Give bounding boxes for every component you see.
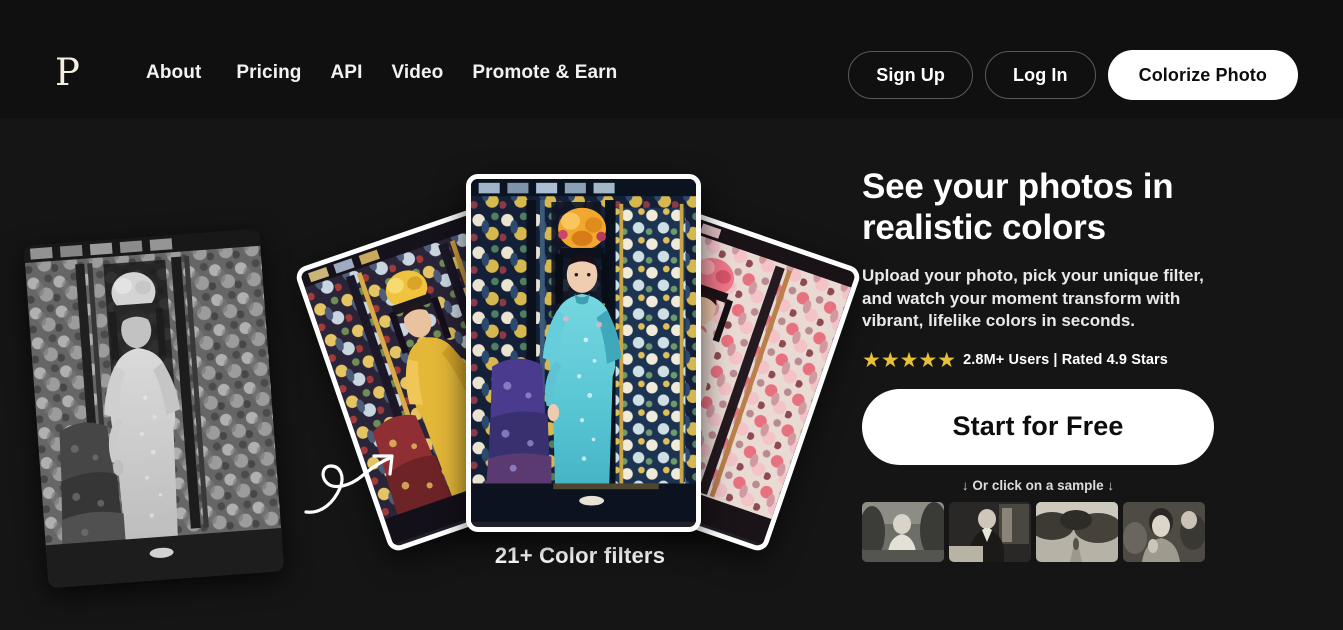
- hero-copy-column: See your photos in realistic colors Uplo…: [862, 166, 1262, 562]
- curly-arrow-icon: [304, 454, 394, 514]
- brand-logo[interactable]: P: [55, 53, 80, 93]
- filters-caption: 21+ Color filters: [494, 543, 666, 568]
- header-auth-actions: Sign Up Log In Colorize Photo: [848, 50, 1298, 100]
- sample-thumb-4-artwork: [1123, 501, 1205, 562]
- start-for-free-button[interactable]: Start for Free: [862, 388, 1214, 465]
- sample-thumb-3-artwork: [1036, 501, 1118, 562]
- sample-thumbnail-row: [862, 501, 1214, 562]
- sample-thumb-1-artwork: [862, 501, 944, 562]
- sign-up-button[interactable]: Sign Up: [848, 51, 973, 99]
- hero-subheading: Upload your photo, pick your unique filt…: [862, 266, 1204, 330]
- sample-man-desk[interactable]: [949, 501, 1031, 562]
- star-rating-icon: ★★★★★: [862, 348, 957, 372]
- sample-thumb-2-artwork: [949, 501, 1031, 562]
- sample-family-portrait[interactable]: [1123, 501, 1205, 562]
- bw-photo-artwork: [23, 228, 285, 589]
- primary-navigation: About Pricing API Video Promote & Earn: [146, 62, 617, 84]
- nav-link-about[interactable]: About: [146, 62, 201, 84]
- original-bw-photo: [23, 228, 285, 589]
- nav-link-video[interactable]: Video: [391, 62, 443, 84]
- sample-hint-text: ↓ Or click on a sample ↓: [961, 477, 1115, 493]
- nav-link-api[interactable]: API: [330, 62, 362, 84]
- rating-row: ★★★★★ 2.8M+ Users | Rated 4.9 Stars: [862, 350, 1262, 371]
- site-header: P About Pricing API Video Promote & Earn…: [0, 0, 1343, 118]
- card-filter-cyan-main[interactable]: [466, 174, 701, 532]
- log-in-button[interactable]: Log In: [985, 51, 1096, 99]
- card-center-artwork: [471, 179, 696, 522]
- sample-woman-garden[interactable]: [862, 501, 944, 562]
- nav-link-pricing[interactable]: Pricing: [236, 62, 301, 84]
- colorize-photo-button[interactable]: Colorize Photo: [1107, 50, 1298, 100]
- sample-landscape-path[interactable]: [1036, 501, 1118, 562]
- rating-text: 2.8M+ Users | Rated 4.9 Stars: [963, 352, 1168, 368]
- nav-link-promote-earn[interactable]: Promote & Earn: [472, 62, 617, 84]
- page-title: See your photos in realistic colors: [862, 167, 1174, 247]
- landing-page: P About Pricing API Video Promote & Earn…: [0, 0, 1343, 630]
